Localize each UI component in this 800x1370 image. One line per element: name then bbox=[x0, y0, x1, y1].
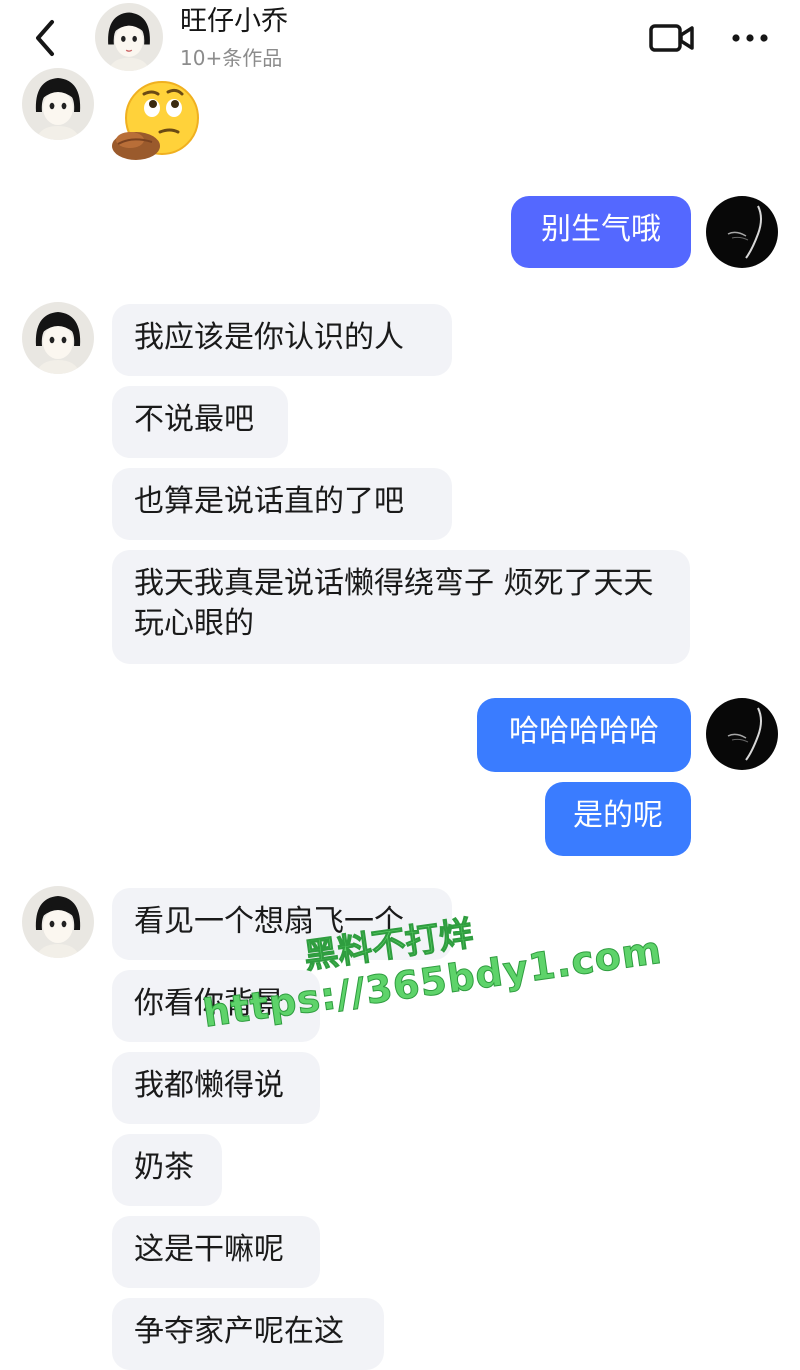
my-avatar[interactable] bbox=[706, 698, 778, 770]
my-avatar[interactable] bbox=[706, 196, 778, 268]
message-bubble-incoming[interactable]: 争夺家产呢在这 bbox=[112, 1298, 384, 1370]
chevron-left-icon bbox=[36, 20, 54, 56]
message-bubble-outgoing[interactable]: 别生气哦 bbox=[511, 196, 691, 268]
message-bubble-incoming[interactable]: 不说最吧 bbox=[112, 386, 288, 458]
video-call-icon bbox=[649, 24, 694, 52]
contact-works-count[interactable]: 10+条作品 bbox=[180, 44, 282, 72]
message-bubble-outgoing[interactable]: 哈哈哈哈哈 bbox=[477, 698, 691, 772]
video-call-button[interactable] bbox=[648, 20, 696, 56]
thinking-face-emoji-icon bbox=[112, 81, 199, 160]
contact-avatar[interactable] bbox=[95, 3, 163, 71]
more-options-button[interactable] bbox=[728, 22, 772, 54]
message-bubble-outgoing[interactable]: 是的呢 bbox=[545, 782, 691, 856]
more-horizontal-icon bbox=[732, 34, 768, 42]
message-bubble-incoming[interactable]: 我应该是你认识的人 bbox=[112, 304, 452, 376]
contact-avatar-small[interactable] bbox=[22, 302, 94, 374]
message-bubble-incoming[interactable]: 奶茶 bbox=[112, 1134, 222, 1206]
contact-avatar-small[interactable] bbox=[22, 68, 94, 140]
message-bubble-incoming[interactable]: 看见一个想扇飞一个 bbox=[112, 888, 452, 960]
message-bubble-incoming[interactable]: 也算是说话直的了吧 bbox=[112, 468, 452, 540]
contact-name[interactable]: 旺仔小乔 bbox=[180, 4, 288, 40]
contact-avatar-small[interactable] bbox=[22, 886, 94, 958]
back-button[interactable] bbox=[28, 18, 64, 58]
message-bubble-incoming[interactable]: 这是干嘛呢 bbox=[112, 1216, 320, 1288]
message-bubble-incoming[interactable]: 你看你背景 bbox=[112, 970, 320, 1042]
thinking-face-sticker[interactable] bbox=[108, 78, 206, 166]
chat-header: 旺仔小乔 10+条作品 bbox=[0, 0, 800, 80]
message-bubble-incoming[interactable]: 我天我真是说话懒得绕弯子 烦死了天天玩心眼的 bbox=[112, 550, 690, 664]
message-bubble-incoming[interactable]: 我都懒得说 bbox=[112, 1052, 320, 1124]
